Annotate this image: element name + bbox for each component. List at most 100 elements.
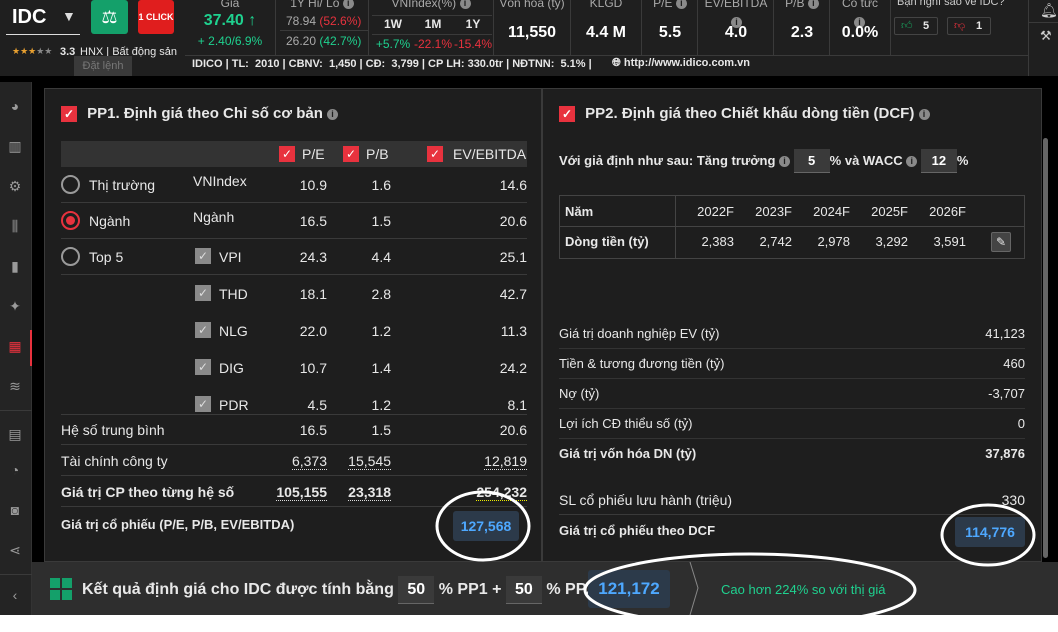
sidebar: ◕ ▥ ⚙ ⫼ ▮ ✦ ▦ ≋ ▤ ◔ ◙ ⋖ ‹ <box>0 82 32 615</box>
peer-name: DIG <box>219 360 244 376</box>
pb-value: 1.2 <box>371 323 391 339</box>
cashflow-value: 2,978 <box>817 234 850 249</box>
growth-input[interactable]: 5 <box>793 149 830 173</box>
ticker-select[interactable]: IDC <box>12 6 46 29</box>
pp1-panel: ✓ PP1. Định giá theo Chỉ số cơ bản i ✓ P… <box>44 88 542 562</box>
pb-label: P/B i <box>774 0 830 10</box>
vn-value-1m: -22.1% <box>413 37 453 51</box>
candlestick-icon[interactable]: ⫼ <box>6 218 24 234</box>
thumbs-up-icon: 👍︎ <box>901 20 913 32</box>
info-icon: i <box>807 0 819 10</box>
valuation-grid-icon[interactable]: ▦ <box>6 338 24 354</box>
pp2-checkbox[interactable]: ✓ <box>559 106 575 123</box>
calculator-icon <box>50 578 72 600</box>
peer-checkbox[interactable]: ✓ <box>195 285 211 301</box>
wacc-input[interactable]: 12 <box>920 149 957 173</box>
year-header: 2023F <box>755 204 792 219</box>
ev-ebitda-checkbox[interactable]: ✓ <box>427 146 443 162</box>
final-value: 121,172 <box>588 570 670 608</box>
pp2-result-label: Giá trị cổ phiếu theo DCF <box>559 523 716 538</box>
group-radio[interactable] <box>61 175 80 194</box>
ev-ebitda-value: 20.6 <box>499 213 527 229</box>
pe-value: 4.5 <box>307 397 327 413</box>
peer-checkbox[interactable]: ✓ <box>195 396 211 412</box>
edit-pencil-icon[interactable]: ✎ <box>991 232 1011 252</box>
chevron-divider <box>689 562 699 615</box>
hilo-label: 1Y Hi/ Lo i <box>276 0 368 10</box>
pb-value: 1.6 <box>371 177 391 193</box>
order-tooltip: Đặt lệnh <box>74 56 132 76</box>
pe-value: 16.5 <box>299 213 327 229</box>
peer-row: ✓ DIG 10.7 1.4 24.2 <box>61 350 527 387</box>
chevron-down-icon[interactable]: ▼ <box>62 8 76 24</box>
traffic-light-icon[interactable]: ▮ <box>6 258 24 274</box>
website-link[interactable]: 🌐︎ http://www.idico.com.vn <box>612 57 750 70</box>
tools-icon[interactable]: ⚒ <box>1040 28 1052 44</box>
notebook-icon[interactable]: ▤ <box>6 426 24 442</box>
dislike-button[interactable]: 👎︎ 1 <box>947 17 991 35</box>
vn-value-1w: +5.7% <box>375 37 411 51</box>
vn-period-1w: 1W <box>384 17 402 31</box>
info-icon: i <box>779 156 791 168</box>
price-per-ratio-row: Giá trị CP theo từng hệ số 105,155 23,318 2… <box>61 476 527 507</box>
dashboard-icon[interactable]: ◕ <box>6 98 24 114</box>
pp1-weight-input[interactable]: 50 <box>398 576 435 604</box>
peer-checkbox[interactable]: ✓ <box>195 248 211 264</box>
benchmark-name: Ngành <box>193 209 235 225</box>
company-financials-row: Tài chính công ty 6,373 15,545 12,819 <box>61 445 527 476</box>
vn-period-1y: 1Y <box>465 17 481 31</box>
pe-checkbox[interactable]: ✓ <box>279 146 295 162</box>
one-click-button[interactable]: 1 CLICK <box>138 0 174 34</box>
group-radio[interactable] <box>61 211 80 230</box>
avg-row: Hệ số trung bình 16.5 1.5 20.6 <box>61 415 527 445</box>
pp1-checkbox[interactable]: ✓ <box>61 106 77 123</box>
pp2-title: PP2. Định giá theo Chiết khấu dòng tiền … <box>585 105 915 122</box>
price-change: + 2.40/6.9% <box>197 34 263 48</box>
volume-value: 4.4 M <box>585 24 626 41</box>
pp1-result-value: 127,568 <box>453 511 519 541</box>
ev-ebitda-value: 42.7 <box>499 286 527 302</box>
assumption-label: Với giả định như sau: Tăng trưởng <box>559 153 776 168</box>
group-radio[interactable] <box>61 247 80 266</box>
vn-value-1y: -15.4% <box>453 37 493 51</box>
col-pb: P/B <box>366 146 389 162</box>
pp1-result-label: Giá trị cổ phiếu (P/E, P/B, EV/EBITDA) <box>61 517 295 532</box>
pb-checkbox[interactable]: ✓ <box>343 146 359 162</box>
year-header: 2022F <box>697 204 734 219</box>
peer-name: THD <box>219 286 248 302</box>
money-gear-icon[interactable]: ⚙ <box>6 178 24 194</box>
info-icon: i <box>327 108 339 120</box>
chart-icon[interactable]: ▥ <box>6 138 24 154</box>
dividend-value: 0.0% <box>841 24 879 41</box>
share-icon[interactable]: ⋖ <box>6 542 24 558</box>
dcf-row: Giá trị doanh nghiệp EV (tỷ) 41,123 <box>559 319 1025 349</box>
comparison-text: Cao hơn 224% so với thị giá <box>721 582 886 597</box>
globe-icon: 🌐︎ <box>612 57 621 69</box>
ev-ebitda-value: 11.3 <box>500 323 527 339</box>
peer-row: Thị trường VNIndex 10.9 1.6 14.6 <box>61 167 527 203</box>
scrollbar[interactable] <box>1043 138 1048 558</box>
bell-icon[interactable]: 🔔︎ <box>1040 2 1058 19</box>
cashflow-label: Dòng tiền (tỷ) <box>565 234 649 249</box>
like-button[interactable]: 👍︎ 5 <box>894 17 938 35</box>
peer-name: VPI <box>219 249 242 265</box>
pp2-weight-input[interactable]: 50 <box>505 576 542 604</box>
rss-icon[interactable]: ≋ <box>6 378 24 394</box>
order-gavel-icon[interactable]: ⚖ <box>91 0 128 34</box>
peer-checkbox[interactable]: ✓ <box>195 322 211 338</box>
collapse-chevron-icon[interactable]: ‹ <box>6 587 24 603</box>
price: 37.40 <box>203 12 244 29</box>
pp2-panel: ✓ PP2. Định giá theo Chiết khấu dòng tiề… <box>542 88 1042 562</box>
year-header: 2025F <box>871 204 908 219</box>
shares-row: SL cổ phiếu lưu hành (triệu) 330 <box>559 485 1025 515</box>
stock-header: IDC ▼ ⚖ 1 CLICK ★★★★★ 3.3 HNX | Bất động… <box>0 0 1058 76</box>
clock-book-icon[interactable]: ◙ <box>6 502 24 518</box>
peer-checkbox[interactable]: ✓ <box>195 359 211 375</box>
ev-ebitda-value: 24.2 <box>499 360 527 376</box>
info-icon: i <box>342 0 354 10</box>
stars-icon[interactable]: ✦ <box>6 298 24 314</box>
year-header: 2026F <box>929 204 966 219</box>
market-cap-value: 11,550 <box>507 24 557 41</box>
col-pe: P/E <box>302 146 325 162</box>
pie-chart-icon[interactable]: ◔ <box>6 462 24 478</box>
